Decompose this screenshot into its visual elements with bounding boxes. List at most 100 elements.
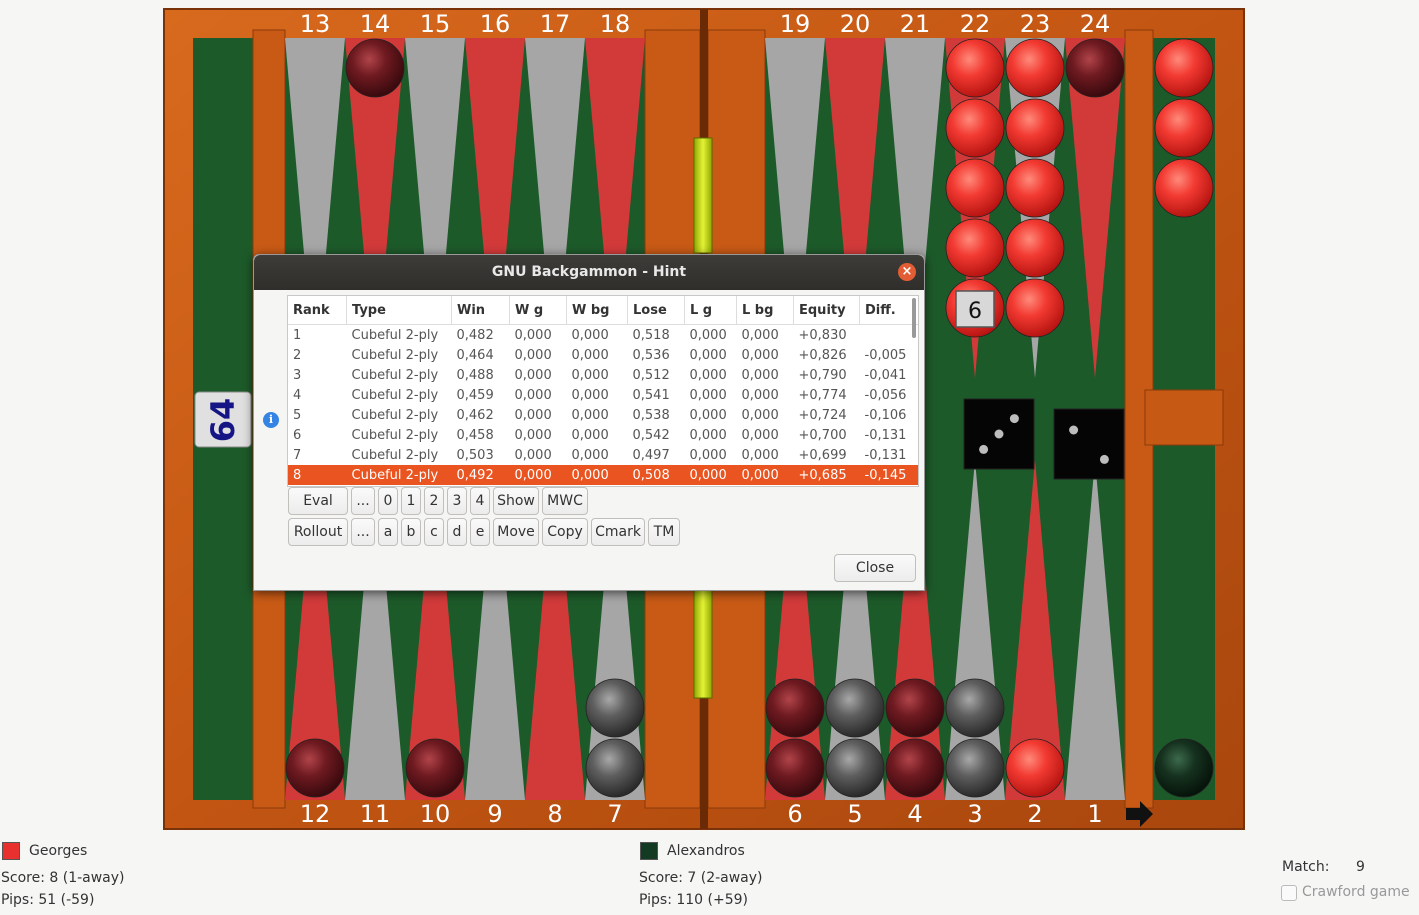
player1-score: Score: 8 (1-away) xyxy=(1,870,125,886)
checker-dark-red xyxy=(765,678,825,738)
player2-pips: Pips: 110 (+59) xyxy=(639,892,749,908)
checker-red xyxy=(945,158,1005,218)
table-cell: Cubeful 2-ply xyxy=(351,407,439,423)
table-cell: 0,000 xyxy=(689,447,727,463)
checker-grey xyxy=(945,738,1005,798)
table-cell: 0,000 xyxy=(566,465,628,485)
a-button[interactable]: a xyxy=(378,518,398,546)
table-cell: -0,005 xyxy=(864,347,907,363)
2-button[interactable]: 2 xyxy=(424,487,444,515)
3-button[interactable]: 3 xyxy=(447,487,467,515)
table-cell: 0,000 xyxy=(689,367,727,383)
eval-button-row: Eval... 0 1 2 3 4 Show MWC xyxy=(288,487,588,515)
table-cell: 5 xyxy=(293,407,302,423)
show-button[interactable]: Show xyxy=(493,487,539,515)
point-label-10: 10 xyxy=(420,800,451,828)
e-button[interactable]: e xyxy=(470,518,490,546)
stack-count-label: 6 xyxy=(968,299,982,324)
player1-color-swatch xyxy=(2,842,20,860)
table-cell: 0,000 xyxy=(514,407,552,423)
cmark-button[interactable]: Cmark xyxy=(591,518,645,546)
table-cell: 0,000 xyxy=(689,327,727,343)
0-button[interactable]: 0 xyxy=(378,487,398,515)
table-cell: 1 xyxy=(293,327,302,343)
table-cell xyxy=(860,325,919,346)
point-label-23: 23 xyxy=(1020,10,1051,38)
hint-table[interactable]: Rank Type Win W gW bg Lose L gL bg Equity Diff.… xyxy=(288,296,919,485)
checker-red xyxy=(1005,98,1065,158)
checker-red xyxy=(945,38,1005,98)
rollout-button[interactable]: Rollout xyxy=(288,518,348,546)
1-button[interactable]: 1 xyxy=(401,487,421,515)
die-pip xyxy=(979,444,989,454)
eval-button[interactable]: Eval xyxy=(288,487,348,515)
column-header-win[interactable]: Win xyxy=(451,296,510,325)
tm-button[interactable]: TM xyxy=(648,518,680,546)
die-pip xyxy=(1009,414,1019,424)
point-label-4: 4 xyxy=(907,800,922,828)
column-header-diff[interactable]: Diff. xyxy=(859,296,918,325)
4-button[interactable]: 4 xyxy=(470,487,490,515)
hint-table-container[interactable]: Rank Type Win W gW bg Lose L gL bg Equity Diff.… xyxy=(287,295,919,487)
c-button[interactable]: c xyxy=(424,518,444,546)
table-row[interactable]: 1 Cubeful 2-ply 0,482 0,000 0,000 0,518 0,000 0… xyxy=(288,325,919,346)
point-label-16: 16 xyxy=(480,10,511,38)
table-row[interactable]: 7 Cubeful 2-ply 0,503 0,000 0,000 0,497 0,000 0… xyxy=(288,445,918,465)
die-2[interactable] xyxy=(1053,408,1125,480)
close-button[interactable]: Close xyxy=(834,554,916,582)
table-cell: 0,000 xyxy=(571,427,609,443)
table-cell: +0,700 xyxy=(798,427,847,443)
table-cell: 0,462 xyxy=(456,407,494,423)
table-row[interactable]: 5 Cubeful 2-ply 0,462 0,000 0,000 0,538 0,000 0… xyxy=(288,405,918,425)
table-cell: 0,536 xyxy=(632,347,670,363)
mwc-button[interactable]: MWC xyxy=(542,487,588,515)
column-header-w-g[interactable]: W g xyxy=(509,296,567,325)
table-cell: 7 xyxy=(293,447,302,463)
table-cell: 0,458 xyxy=(456,427,494,443)
table-cell: 0,000 xyxy=(571,387,609,403)
column-header-lose[interactable]: Lose xyxy=(627,296,685,325)
point-label-17: 17 xyxy=(540,10,571,38)
close-icon[interactable]: × xyxy=(898,263,916,281)
table-cell: 0,503 xyxy=(456,447,494,463)
checker-grey xyxy=(945,678,1005,738)
point-label-22: 22 xyxy=(960,10,991,38)
table-row[interactable]: 2 Cubeful 2-ply 0,464 0,000 0,000 0,536 0,000 0… xyxy=(288,345,918,365)
more-button[interactable]: ... xyxy=(351,487,375,515)
table-row[interactable]: 6 Cubeful 2-ply 0,458 0,000 0,000 0,542 0,000 0… xyxy=(288,425,918,445)
player2-score: Score: 7 (2-away) xyxy=(639,870,763,886)
table-cell: 3 xyxy=(293,367,302,383)
table-cell: 0,538 xyxy=(632,407,670,423)
crawford-checkbox[interactable] xyxy=(1281,885,1297,901)
table-cell: -0,131 xyxy=(864,447,907,463)
table-scrollbar[interactable] xyxy=(912,298,916,338)
copy-button[interactable]: Copy xyxy=(542,518,588,546)
table-row[interactable]: 8 Cubeful 2-ply 0,492 0,000 0,000 0,508 0,000 0… xyxy=(288,465,918,485)
info-icon: i xyxy=(263,412,279,428)
checker-grey xyxy=(825,738,885,798)
column-header-rank[interactable]: Rank xyxy=(288,296,347,325)
column-header-l-g[interactable]: L g xyxy=(684,296,737,325)
table-cell: 0,000 xyxy=(571,407,609,423)
checker-dark-green xyxy=(1154,738,1214,798)
table-cell: +0,685 xyxy=(793,465,860,485)
table-cell: 0,464 xyxy=(456,347,494,363)
checker-red xyxy=(1005,278,1065,338)
column-header-equity[interactable]: Equity xyxy=(793,296,860,325)
table-cell: 0,000 xyxy=(571,347,609,363)
table-row[interactable]: 4 Cubeful 2-ply 0,459 0,000 0,000 0,541 0,000 0… xyxy=(288,385,918,405)
table-cell: 0,000 xyxy=(514,347,552,363)
more-button[interactable]: ... xyxy=(351,518,375,546)
column-header-w-bg[interactable]: W bg xyxy=(566,296,628,325)
point-label-15: 15 xyxy=(420,10,451,38)
table-cell: 0,000 xyxy=(741,407,779,423)
d-button[interactable]: d xyxy=(447,518,467,546)
point-label-8: 8 xyxy=(547,800,562,828)
column-header-type[interactable]: Type xyxy=(346,296,452,325)
table-cell: 0,518 xyxy=(632,327,670,343)
b-button[interactable]: b xyxy=(401,518,421,546)
table-row[interactable]: 3 Cubeful 2-ply 0,488 0,000 0,000 0,512 0,000 0… xyxy=(288,365,918,385)
point-label-2: 2 xyxy=(1027,800,1042,828)
column-header-l-bg[interactable]: L bg xyxy=(736,296,794,325)
move-button[interactable]: Move xyxy=(493,518,539,546)
